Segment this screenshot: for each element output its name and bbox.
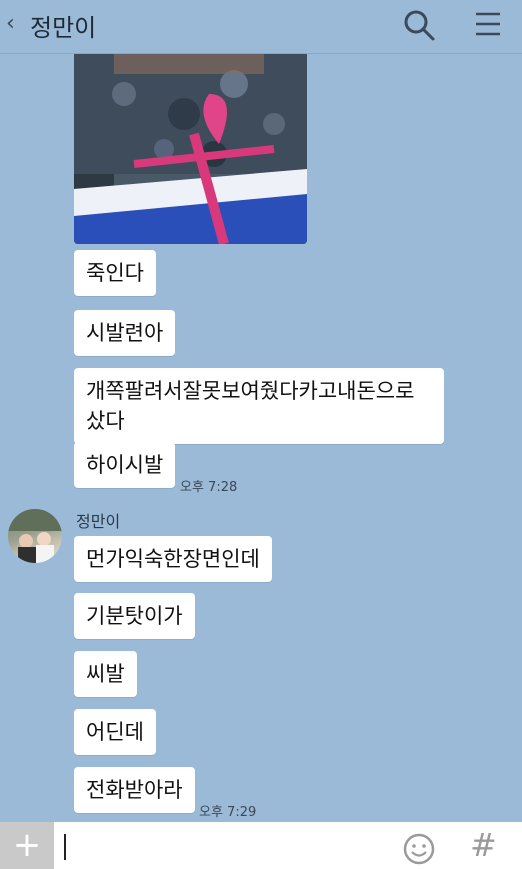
message-bubble[interactable]: 하이시발: [74, 442, 176, 488]
message-bubble[interactable]: 죽인다: [74, 250, 156, 296]
plus-icon[interactable]: +: [0, 822, 54, 869]
message-bubble[interactable]: 먼가익숙한장면인데: [74, 536, 272, 582]
chat-title: 정만이: [30, 14, 97, 42]
photo-message[interactable]: [74, 54, 307, 244]
message-bubble[interactable]: 기분탓이가: [74, 593, 195, 639]
sender-name: 정만이: [76, 512, 121, 531]
message-time: 오후 7:29: [199, 805, 257, 820]
message-time: 오후 7:28: [180, 480, 238, 495]
message-bubble[interactable]: 전화받아라: [74, 767, 195, 813]
message-bubble[interactable]: 씨발: [74, 651, 137, 697]
search-icon[interactable]: [402, 8, 436, 42]
message-bubble[interactable]: 개쪽팔려서잘못보여줬다카고내돈으로샀다: [74, 368, 444, 444]
avatar-image: [8, 509, 62, 563]
photo-image: [74, 54, 307, 244]
hamburger-menu-icon[interactable]: [474, 10, 502, 38]
message-bubble[interactable]: 어딘데: [74, 709, 156, 755]
hash-icon[interactable]: #: [470, 826, 497, 864]
smiley-icon[interactable]: [402, 832, 436, 866]
chat-header: ‹ 정만이: [0, 0, 522, 54]
text-input-cursor[interactable]: [64, 834, 66, 860]
chevron-left-icon[interactable]: ‹: [6, 11, 15, 36]
message-input-bar: + #: [0, 822, 522, 869]
message-bubble[interactable]: 시발련아: [74, 310, 176, 356]
avatar[interactable]: [8, 509, 62, 563]
